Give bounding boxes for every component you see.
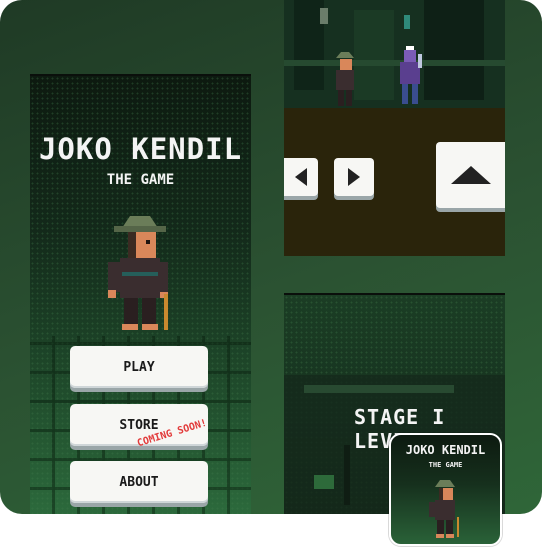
play-button[interactable]: PLAY — [70, 346, 208, 388]
app-icon-hero-sprite — [429, 480, 459, 538]
arrow-up-icon — [450, 166, 491, 184]
hero-sprite — [336, 52, 354, 106]
title-screen: JOKO KENDIL THE GAME PLAY STORE COMING S… — [30, 74, 251, 514]
gameplay-screen — [284, 0, 505, 256]
stage-label: STAGE I — [354, 405, 446, 429]
arrow-left-icon — [295, 168, 307, 186]
about-button[interactable]: ABOUT — [70, 461, 208, 503]
jump-button[interactable] — [436, 142, 505, 208]
enemy-sprite — [400, 46, 422, 104]
arrow-right-icon — [348, 168, 360, 186]
hero-character-sprite — [108, 216, 168, 330]
game-subtitle: THE GAME — [106, 172, 175, 188]
move-left-button[interactable] — [284, 158, 318, 196]
app-icon[interactable]: JOKO KENDIL THE GAME — [389, 433, 502, 546]
game-title: JOKO KENDIL — [38, 132, 243, 166]
app-icon-title: JOKO KENDIL — [405, 443, 486, 457]
app-icon-subtitle: THE GAME — [428, 461, 463, 469]
gameplay-scene — [284, 0, 505, 108]
move-right-button[interactable] — [334, 158, 374, 196]
